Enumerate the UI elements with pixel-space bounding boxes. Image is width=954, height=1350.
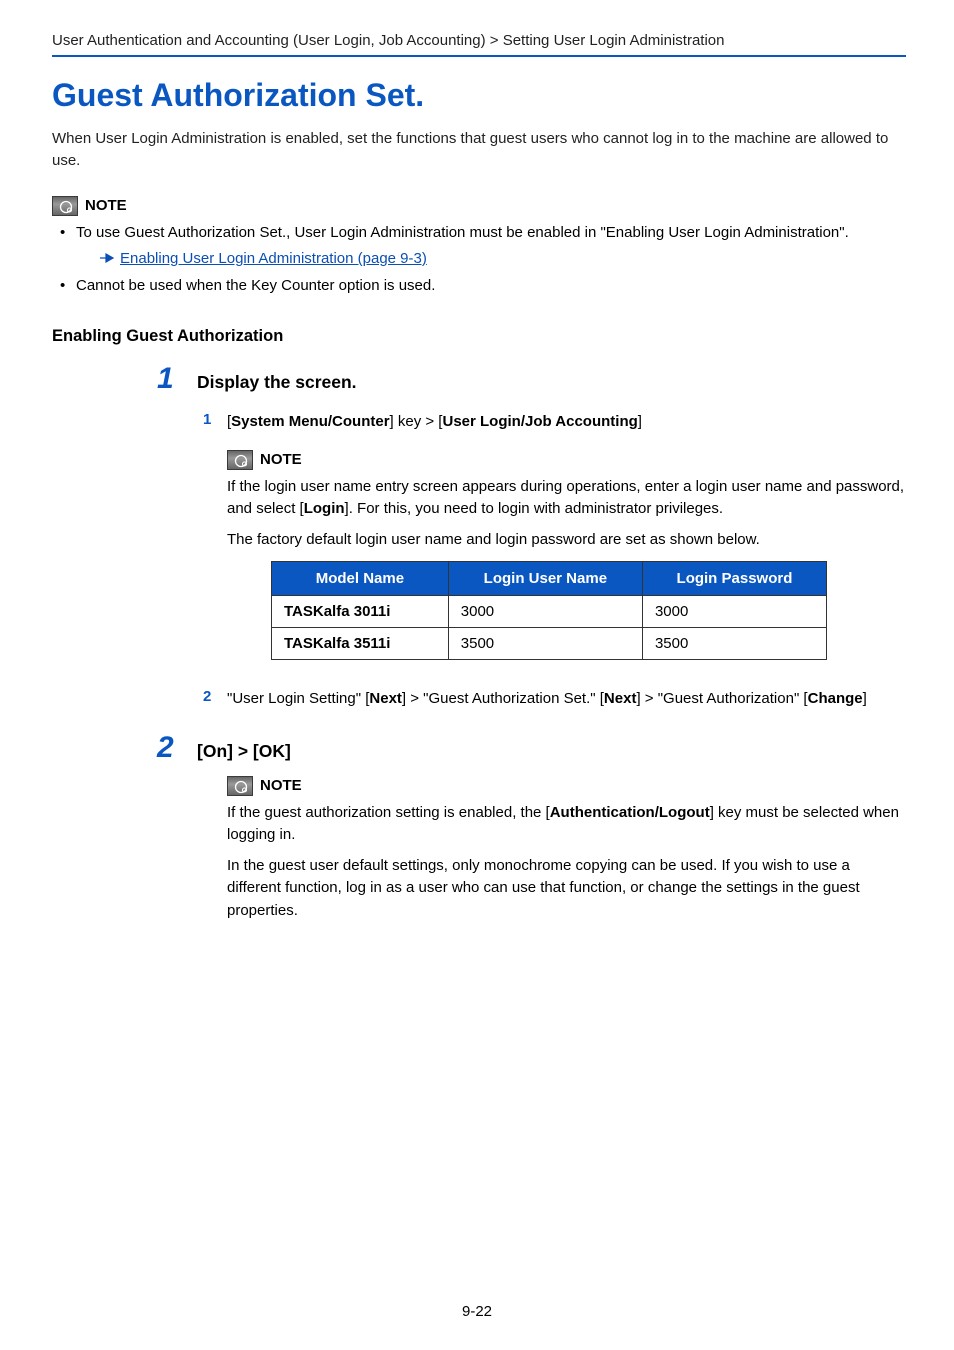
note-bullet: To use Guest Authorization Set., User Lo… bbox=[60, 222, 906, 271]
note-label: NOTE bbox=[260, 777, 302, 794]
substep-text: "User Login Setting" [Next] > "Guest Aut… bbox=[227, 688, 906, 711]
divider bbox=[52, 55, 906, 57]
note-header: NOTE bbox=[52, 196, 906, 216]
arrow-icon bbox=[100, 248, 114, 271]
step-2: 2 [On] > [OK] NOTE If the guest authoriz… bbox=[197, 741, 906, 923]
breadcrumb: User Authentication and Accounting (User… bbox=[52, 32, 906, 49]
intro-text: When User Login Administration is enable… bbox=[52, 128, 906, 172]
col-model: Model Name bbox=[272, 562, 449, 596]
note-text: If the login user name entry screen appe… bbox=[227, 476, 906, 521]
note-label: NOTE bbox=[260, 451, 302, 468]
note-text: If the guest authorization setting is en… bbox=[227, 802, 906, 847]
note-icon bbox=[52, 196, 78, 216]
note-text: The factory default login user name and … bbox=[227, 529, 906, 552]
table-row: TASKalfa 3511i 3500 3500 bbox=[272, 628, 827, 660]
table-row: TASKalfa 3011i 3000 3000 bbox=[272, 596, 827, 628]
cell-pass: 3500 bbox=[642, 628, 826, 660]
step-1: 1 Display the screen. 1 [System Menu/Cou… bbox=[197, 372, 906, 711]
cell-model: TASKalfa 3511i bbox=[272, 628, 449, 660]
login-table: Model Name Login User Name Login Passwor… bbox=[271, 561, 827, 660]
cell-model: TASKalfa 3011i bbox=[272, 596, 449, 628]
substep-1: 1 [System Menu/Counter] key > [User Logi… bbox=[227, 411, 906, 660]
substep-text: [System Menu/Counter] key > [User Login/… bbox=[227, 411, 906, 434]
step-number: 1 bbox=[157, 362, 174, 396]
page-title: Guest Authorization Set. bbox=[52, 77, 906, 114]
step-title: Display the screen. bbox=[197, 372, 906, 393]
note-header: NOTE bbox=[227, 450, 906, 470]
note-icon bbox=[227, 776, 253, 796]
substep-2: 2 "User Login Setting" [Next] > "Guest A… bbox=[227, 688, 906, 711]
cell-user: 3500 bbox=[448, 628, 642, 660]
step-title: [On] > [OK] bbox=[197, 741, 906, 762]
cell-user: 3000 bbox=[448, 596, 642, 628]
cell-pass: 3000 bbox=[642, 596, 826, 628]
note-text: To use Guest Authorization Set., User Lo… bbox=[76, 224, 849, 241]
substep-number: 1 bbox=[203, 411, 211, 428]
col-user: Login User Name bbox=[448, 562, 642, 596]
note-bullet: Cannot be used when the Key Counter opti… bbox=[60, 275, 906, 298]
section-heading: Enabling Guest Authorization bbox=[52, 327, 906, 346]
step-number: 2 bbox=[157, 731, 174, 765]
page-number: 9-22 bbox=[0, 1303, 954, 1320]
note-icon bbox=[227, 450, 253, 470]
note-header: NOTE bbox=[227, 776, 906, 796]
note-label: NOTE bbox=[85, 197, 127, 214]
xref-link[interactable]: Enabling User Login Administration (page… bbox=[120, 248, 427, 271]
note-text: In the guest user default settings, only… bbox=[227, 855, 906, 923]
col-pass: Login Password bbox=[642, 562, 826, 596]
substep-number: 2 bbox=[203, 688, 211, 705]
